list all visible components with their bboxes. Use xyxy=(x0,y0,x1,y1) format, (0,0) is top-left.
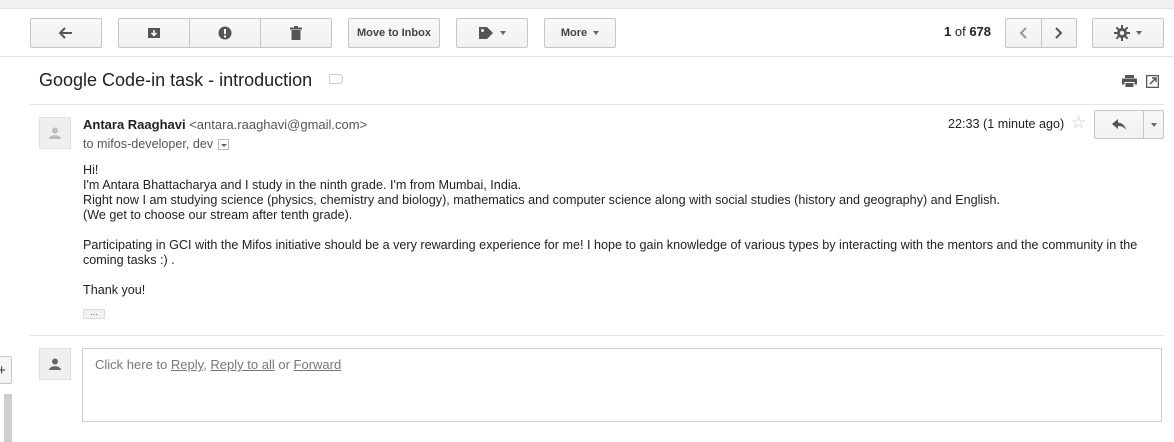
archive-icon xyxy=(148,28,160,38)
newer-button[interactable] xyxy=(1006,19,1041,47)
move-to-inbox-label: Move to Inbox xyxy=(357,27,431,39)
reply-all-link[interactable]: Reply to all xyxy=(210,357,274,372)
reply-group xyxy=(1094,110,1164,139)
divider xyxy=(30,335,1164,336)
body-line: (We get to choose our stream after tenth… xyxy=(83,208,353,222)
archive-button[interactable] xyxy=(119,19,189,47)
body-line: Thank you! xyxy=(83,283,146,297)
report-spam-button[interactable] xyxy=(189,19,260,47)
back-button[interactable] xyxy=(30,18,102,48)
gear-icon xyxy=(1114,25,1130,41)
more-button[interactable]: More xyxy=(544,18,616,48)
delete-button[interactable] xyxy=(260,19,331,47)
avatar-icon xyxy=(49,358,61,370)
left-edge-button[interactable]: + xyxy=(0,356,12,384)
left-scrollbar[interactable] xyxy=(4,394,12,442)
back-arrow-icon xyxy=(59,27,72,39)
divider xyxy=(30,104,1164,105)
report-spam-icon xyxy=(218,26,232,40)
page-count: 1 of 678 xyxy=(944,24,991,39)
more-options-button[interactable] xyxy=(1143,111,1163,138)
chevron-down-icon xyxy=(1136,31,1142,35)
label-tag-icon xyxy=(479,27,493,39)
reply-box[interactable]: Click here to Reply, Reply to all or For… xyxy=(82,348,1162,422)
page-current: 1 xyxy=(944,24,952,39)
body-line: I'm Antara Bhattacharya and I study in t… xyxy=(83,178,522,192)
label-icon[interactable] xyxy=(329,74,343,84)
chevron-down-icon xyxy=(1150,122,1157,127)
top-strip xyxy=(0,0,1174,9)
avatar xyxy=(39,348,71,380)
avatar[interactable] xyxy=(39,117,71,149)
more-label: More xyxy=(560,27,588,39)
chevron-right-icon xyxy=(1055,27,1063,39)
body-line: Hi! xyxy=(83,163,99,177)
subject-title: Google Code-in task - introduction xyxy=(39,70,313,90)
pager-group xyxy=(1005,18,1077,48)
chevron-down-icon xyxy=(593,31,600,35)
forward-link[interactable]: Forward xyxy=(294,357,342,372)
labels-button[interactable] xyxy=(456,18,528,48)
sender-email: <antara.raaghavi@gmail.com> xyxy=(189,117,368,132)
new-window-icon[interactable] xyxy=(1146,75,1159,88)
reply-icon xyxy=(1112,119,1126,130)
star-icon[interactable]: ☆ xyxy=(1071,114,1086,131)
reply-prefix: Click here to xyxy=(95,357,168,372)
reply-link[interactable]: Reply xyxy=(171,357,203,372)
recipients-text: to mifos-developer, dev xyxy=(83,137,214,151)
toolbar: Move to Inbox More 1 of 678 xyxy=(0,9,1174,57)
trash-icon xyxy=(290,26,302,40)
subject-row: Google Code-in task - introduction xyxy=(0,58,1174,104)
avatar-icon xyxy=(49,127,61,139)
sender-name[interactable]: Antara Raaghavi xyxy=(83,117,186,132)
body-line: Right now I am studying science (physics… xyxy=(83,193,1000,207)
reply-comma: , xyxy=(203,357,207,372)
move-to-inbox-button[interactable]: Move to Inbox xyxy=(348,18,440,48)
reply-or: or xyxy=(278,357,290,372)
message-body: Hi! I'm Antara Bhattacharya and I study … xyxy=(83,163,1153,298)
reply-button[interactable] xyxy=(1095,111,1143,138)
page-total: 678 xyxy=(969,24,992,39)
show-details-icon[interactable] xyxy=(218,138,230,150)
sender-line: Antara Raaghavi <antara.raaghavi@gmail.c… xyxy=(83,117,367,132)
page-of: of xyxy=(954,24,966,39)
chevron-down-icon xyxy=(500,31,506,35)
print-icon[interactable] xyxy=(1122,75,1137,88)
recipients-line: to mifos-developer, dev xyxy=(83,137,230,151)
action-group xyxy=(118,18,332,48)
body-line: Participating in GCI with the Mifos init… xyxy=(83,238,1138,267)
chevron-left-icon xyxy=(1019,27,1027,39)
settings-button[interactable] xyxy=(1092,18,1164,48)
older-button[interactable] xyxy=(1040,19,1077,47)
message-time: 22:33 (1 minute ago) xyxy=(948,117,1065,131)
show-trimmed-content-button[interactable]: ... xyxy=(83,308,105,319)
